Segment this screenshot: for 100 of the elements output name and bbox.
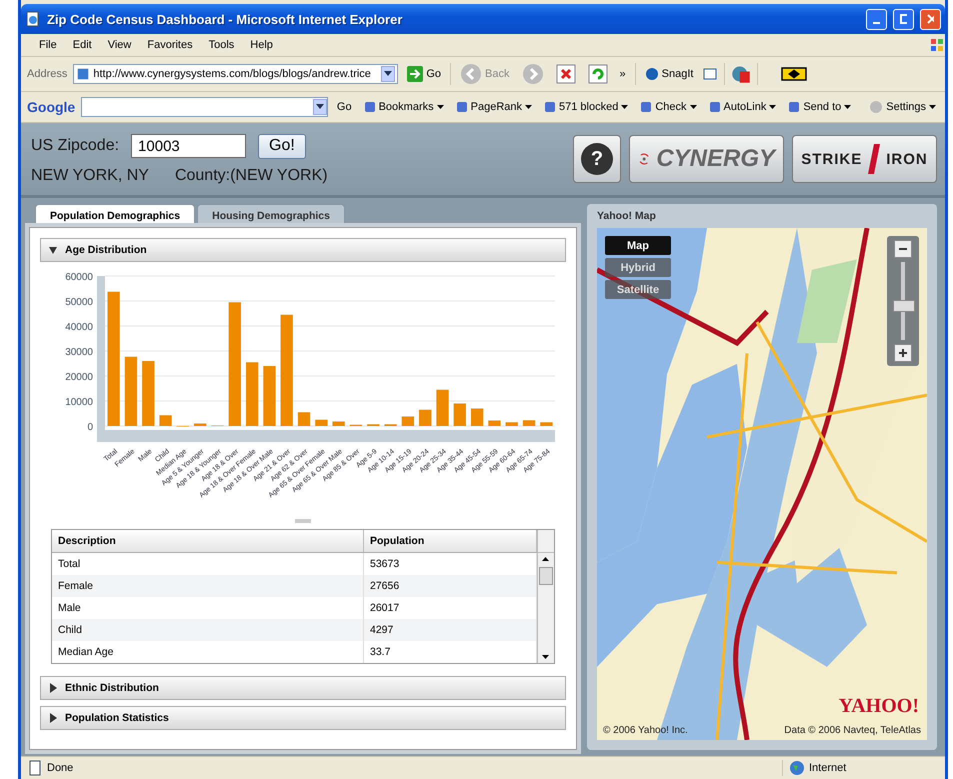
bar xyxy=(402,416,414,426)
scrollbar[interactable] xyxy=(537,530,554,663)
minimize-icon xyxy=(873,22,880,24)
windows-flag-icon xyxy=(929,37,945,53)
circle-icon xyxy=(869,100,884,114)
table-cell: Median Age xyxy=(52,641,364,663)
table-cell: Child xyxy=(52,619,364,641)
map-mode-button[interactable]: Hybrid xyxy=(605,258,671,277)
map-mode-button[interactable]: Map xyxy=(605,236,671,255)
copyright-text: © 2006 Yahoo! Inc. xyxy=(603,725,688,736)
y-tick-label: 30000 xyxy=(65,347,93,358)
google-logo: Google xyxy=(27,99,76,115)
window-title: Zip Code Census Dashboard - Microsoft Internet Explorer xyxy=(47,12,404,26)
stop-icon xyxy=(556,64,576,84)
bar xyxy=(332,422,345,426)
dropdown-button[interactable] xyxy=(381,66,396,82)
zoom-slider-thumb[interactable] xyxy=(893,300,915,312)
close-icon xyxy=(927,14,934,24)
map-view[interactable]: Map Hybrid Satellite YAHOO! © 2006 Yahoo! Inc. Data © 2006 Navteq, TeleAtlas xyxy=(597,228,927,740)
plus-icon xyxy=(898,348,908,358)
bar xyxy=(419,410,432,426)
scroll-thumb[interactable] xyxy=(539,567,553,585)
bar xyxy=(522,420,536,426)
map-title: Yahoo! Map xyxy=(597,210,657,222)
toolbar-button[interactable]: AutoLink xyxy=(706,99,780,115)
google-search-field[interactable] xyxy=(81,97,328,117)
bar xyxy=(454,404,466,426)
globe-icon xyxy=(789,760,805,776)
resize-grip[interactable] xyxy=(295,519,311,523)
section-header[interactable]: Age Distribution xyxy=(40,238,566,262)
toolbar-icon xyxy=(364,101,376,113)
caret-icon xyxy=(690,104,697,110)
section-header[interactable]: Ethnic Distribution xyxy=(40,676,566,700)
y-tick-label: 60000 xyxy=(65,272,93,283)
more-chevron[interactable]: » xyxy=(616,66,629,82)
go-button[interactable]: Go! xyxy=(258,134,306,158)
table-cell: Female xyxy=(52,575,364,597)
bar xyxy=(142,361,154,426)
toolbar-icon xyxy=(456,101,468,113)
y-tick-label: 50000 xyxy=(65,297,93,308)
bar xyxy=(246,362,258,426)
toolbar-button[interactable]: Send to xyxy=(785,99,854,115)
bar xyxy=(436,390,449,426)
page-icon xyxy=(76,67,90,81)
bar xyxy=(315,420,328,426)
toolbar-button[interactable]: Bookmarks xyxy=(360,99,447,115)
bar xyxy=(488,420,501,426)
city-text: NEW YORK, NY xyxy=(31,166,149,184)
strikeiron-logo: STRIKE IRON xyxy=(792,135,937,183)
bar xyxy=(159,415,172,426)
bar xyxy=(263,366,276,426)
bar xyxy=(298,412,310,426)
caret-icon xyxy=(769,104,776,110)
caret-icon xyxy=(316,104,324,110)
forward-icon xyxy=(522,63,544,85)
slash-icon xyxy=(868,144,880,174)
menu-item[interactable]: View xyxy=(100,37,140,53)
bar xyxy=(540,422,552,426)
go-button[interactable]: Go xyxy=(404,64,444,84)
close-button[interactable] xyxy=(920,8,941,30)
zoom-in-button[interactable] xyxy=(894,344,912,362)
toolbar-icon xyxy=(788,101,800,113)
menu-item[interactable]: Help xyxy=(242,37,281,53)
menu-item[interactable]: File xyxy=(31,37,65,53)
yahoo-logo: YAHOO! xyxy=(838,695,919,718)
zoom-out-button[interactable] xyxy=(894,240,912,258)
menu-item[interactable]: Edit xyxy=(64,37,100,53)
y-tick-label: 10000 xyxy=(65,397,93,408)
zipcode-label: US Zipcode: xyxy=(31,137,120,155)
page-icon xyxy=(27,760,43,776)
toolbar-icon xyxy=(640,101,652,113)
toolbar-button[interactable]: Check xyxy=(637,99,700,115)
map-mode-button[interactable]: Satellite xyxy=(605,280,671,299)
toolbar-button[interactable]: 571 blocked xyxy=(541,99,632,115)
minimize-button[interactable] xyxy=(866,8,887,30)
section-header[interactable]: Population Statistics xyxy=(40,706,566,730)
caret-icon xyxy=(929,104,936,110)
circle-icon xyxy=(644,67,659,81)
snagit-button[interactable]: SnagIt xyxy=(642,65,696,83)
google-go-button[interactable]: Go xyxy=(334,99,355,115)
help-button[interactable]: ? xyxy=(573,135,621,183)
y-tick-label: 0 xyxy=(87,422,93,433)
status-text: Done xyxy=(47,762,74,774)
capture-icon xyxy=(702,66,718,82)
y-tick-label: 20000 xyxy=(65,372,93,383)
toolbar-icon xyxy=(708,101,721,113)
address-field[interactable]: http://www.cynergysystems.com/blogs/blogs/andrew.trice xyxy=(73,64,398,84)
toolbar-button[interactable]: PageRank xyxy=(452,99,535,115)
column-header[interactable]: Description xyxy=(52,530,364,552)
dropdown-button[interactable] xyxy=(312,99,327,115)
caret-icon xyxy=(525,104,532,110)
bar xyxy=(124,356,138,426)
settings-button[interactable]: Settings xyxy=(866,98,939,116)
menu-item[interactable]: Favorites xyxy=(139,37,201,53)
zipcode-field[interactable]: 10003 xyxy=(131,134,246,158)
menu-item[interactable]: Tools xyxy=(200,37,242,53)
maximize-button[interactable] xyxy=(893,8,914,30)
caret-icon xyxy=(621,104,628,110)
y-tick-label: 40000 xyxy=(65,322,93,333)
expanded-triangle-icon xyxy=(49,245,57,255)
